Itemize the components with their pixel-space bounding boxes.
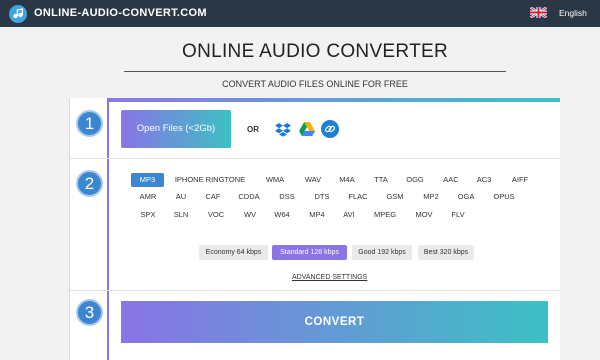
format-dss[interactable]: DSS [273, 190, 301, 204]
or-label: OR [247, 125, 259, 134]
brand-name[interactable]: ONLINE-AUDIO-CONVERT.COM [34, 7, 207, 19]
card-accent-bar [108, 98, 560, 102]
format-cdda[interactable]: CDDA [234, 190, 264, 204]
step-divider [70, 290, 560, 291]
format-mpeg[interactable]: MPEG [369, 208, 401, 222]
format-aac[interactable]: AAC [437, 173, 465, 187]
format-mp3[interactable]: MP3 [131, 173, 164, 187]
format-m4a[interactable]: M4A [333, 173, 361, 187]
quality-good[interactable]: Good 192 kbps [352, 245, 412, 260]
format-oga[interactable]: OGA [452, 190, 480, 204]
format-flac[interactable]: FLAC [344, 190, 372, 204]
page-subtitle: CONVERT AUDIO FILES ONLINE FOR FREE [222, 79, 408, 89]
format-ogg[interactable]: OGG [401, 173, 429, 187]
format-wma[interactable]: WMA [261, 173, 289, 187]
url-link-icon[interactable] [321, 120, 339, 138]
step-divider [70, 158, 560, 159]
google-drive-icon[interactable] [298, 120, 316, 138]
format-amr[interactable]: AMR [134, 190, 162, 204]
format-wv[interactable]: WV [236, 208, 264, 222]
dropbox-icon[interactable] [274, 120, 292, 138]
format-opus[interactable]: OPUS [489, 190, 519, 204]
title-divider [124, 71, 506, 72]
format-sln[interactable]: SLN [167, 208, 195, 222]
steps-timeline [107, 98, 109, 360]
format-voc[interactable]: VOC [202, 208, 230, 222]
format-spx[interactable]: SPX [134, 208, 162, 222]
format-dts[interactable]: DTS [308, 190, 336, 204]
format-mov[interactable]: MOV [410, 208, 438, 222]
step-3-badge: 3 [76, 299, 103, 326]
top-bar: ONLINE-AUDIO-CONVERT.COM English [0, 0, 600, 27]
format-au[interactable]: AU [167, 190, 195, 204]
format-mp2[interactable]: MP2 [417, 190, 445, 204]
open-files-button[interactable]: Open Files (<2Gb) [121, 110, 231, 148]
step-2-badge: 2 [76, 170, 103, 197]
quality-best[interactable]: Best 320 kbps [418, 245, 474, 260]
format-gsm[interactable]: GSM [381, 190, 409, 204]
format-iphone-ringtone[interactable]: IPHONE RINGTONE [170, 173, 250, 187]
music-note-icon[interactable] [9, 5, 27, 23]
format-tta[interactable]: TTA [367, 173, 395, 187]
quality-economy[interactable]: Economy 64 kbps [199, 245, 268, 260]
format-ac3[interactable]: AC3 [470, 173, 498, 187]
format-mp4[interactable]: MP4 [303, 208, 331, 222]
advanced-settings-link[interactable]: ADVANCED SETTINGS [292, 274, 367, 281]
uk-flag-icon[interactable] [530, 7, 547, 18]
step-1-badge: 1 [76, 110, 103, 137]
language-selector[interactable]: English [559, 8, 587, 18]
convert-button[interactable]: CONVERT [121, 301, 548, 343]
quality-standard[interactable]: Standard 128 kbps [272, 245, 347, 260]
format-caf[interactable]: CAF [199, 190, 227, 204]
format-w64[interactable]: W64 [268, 208, 296, 222]
page-title: ONLINE AUDIO CONVERTER [182, 41, 448, 62]
format-flv[interactable]: FLV [444, 208, 472, 222]
format-wav[interactable]: WAV [299, 173, 327, 187]
format-avi[interactable]: AVI [335, 208, 363, 222]
format-aiff[interactable]: AIFF [505, 173, 535, 187]
